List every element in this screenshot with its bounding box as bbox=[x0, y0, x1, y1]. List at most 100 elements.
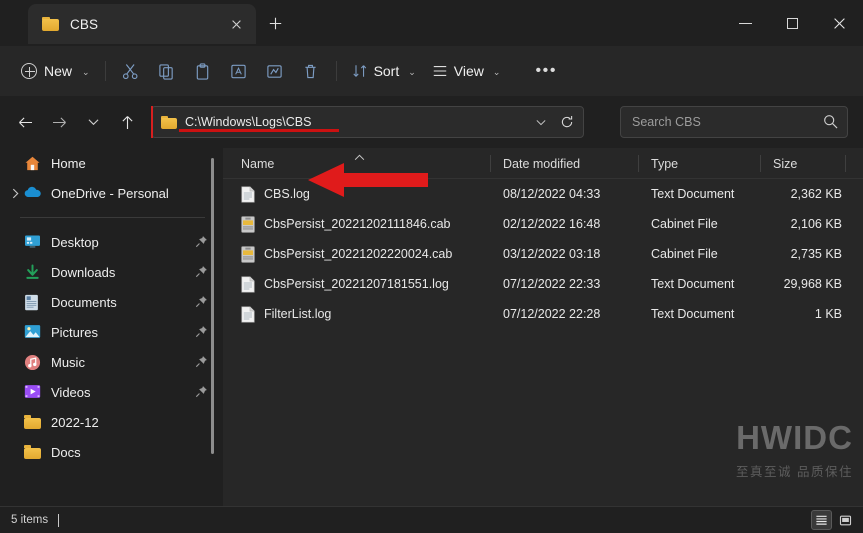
file-name-cell: CbsPersist_20221202220024.cab bbox=[264, 247, 453, 261]
file-row[interactable]: FilterList.log 07/12/2022 22:28 Text Docum… bbox=[223, 299, 863, 329]
text-document-icon bbox=[241, 186, 255, 203]
sidebar-item-label: Home bbox=[51, 155, 86, 171]
close-icon bbox=[834, 17, 845, 29]
recent-locations-button[interactable] bbox=[78, 107, 108, 137]
folder-icon bbox=[24, 415, 41, 429]
overflow-button[interactable]: ••• bbox=[527, 55, 565, 87]
file-row[interactable]: CbsPersist_20221207181551.log 07/12/2022 … bbox=[223, 269, 863, 299]
new-button[interactable]: New ⌄ bbox=[14, 55, 98, 87]
details-view-button[interactable] bbox=[811, 510, 832, 530]
pin-icon[interactable] bbox=[195, 235, 208, 248]
sidebar-item-label: OneDrive - Personal bbox=[51, 185, 169, 201]
pin-icon[interactable] bbox=[195, 355, 208, 368]
file-row[interactable]: CbsPersist_20221202111846.cab 02/12/2022 … bbox=[223, 209, 863, 239]
pin-icon[interactable] bbox=[195, 295, 208, 308]
paste-button[interactable] bbox=[185, 55, 221, 87]
pin-icon[interactable] bbox=[195, 325, 208, 338]
chevron-right-icon[interactable] bbox=[6, 178, 24, 208]
large-icons-view-button[interactable] bbox=[835, 510, 856, 530]
pin-icon[interactable] bbox=[195, 385, 208, 398]
delete-button[interactable] bbox=[293, 55, 329, 87]
column-header-name[interactable]: Name bbox=[241, 148, 274, 179]
sidebar-item-videos[interactable]: Videos bbox=[6, 377, 217, 407]
sidebar-indent bbox=[6, 377, 24, 407]
sidebar-indent bbox=[6, 437, 24, 467]
overflow-icon: ••• bbox=[535, 62, 558, 79]
column-divider[interactable] bbox=[638, 155, 639, 172]
sidebar-item-label: Documents bbox=[51, 294, 117, 310]
column-divider[interactable] bbox=[760, 155, 761, 172]
home-icon bbox=[24, 155, 41, 172]
address-dropdown-button[interactable] bbox=[529, 107, 553, 137]
sidebar-item-downloads[interactable]: Downloads bbox=[6, 257, 217, 287]
refresh-button[interactable] bbox=[553, 107, 581, 137]
sidebar-item-pictures[interactable]: Pictures bbox=[6, 317, 217, 347]
column-header-date-modified[interactable]: Date modified bbox=[503, 148, 580, 179]
address-path-text: C:\Windows\Logs\CBS bbox=[185, 115, 312, 129]
sidebar-item-2022-12[interactable]: 2022-12 bbox=[6, 407, 217, 437]
sidebar-item-music[interactable]: Music bbox=[6, 347, 217, 377]
file-row[interactable]: CbsPersist_20221202220024.cab 03/12/2022 … bbox=[223, 239, 863, 269]
back-button[interactable] bbox=[10, 107, 40, 137]
minimize-button[interactable] bbox=[722, 0, 769, 46]
tab-close-icon[interactable] bbox=[227, 15, 246, 34]
sidebar-indent bbox=[6, 227, 24, 257]
sort-button[interactable]: Sort ⌄ bbox=[344, 55, 424, 87]
copy-button[interactable] bbox=[149, 55, 185, 87]
file-size-cell: 2,106 KB bbox=[790, 217, 842, 231]
sidebar-item-label: Docs bbox=[51, 444, 81, 460]
cut-button[interactable] bbox=[113, 55, 149, 87]
forward-button[interactable] bbox=[44, 107, 74, 137]
sidebar-item-desktop[interactable]: Desktop bbox=[6, 227, 217, 257]
cabinet-file-icon bbox=[241, 216, 255, 233]
rename-button[interactable] bbox=[221, 55, 257, 87]
sidebar-item-docs[interactable]: Docs bbox=[6, 437, 217, 467]
text-document-icon bbox=[241, 186, 255, 203]
column-divider[interactable] bbox=[845, 155, 846, 172]
sort-button-label: Sort bbox=[373, 63, 400, 79]
rename-icon bbox=[231, 64, 246, 78]
watermark-sub-text: 至真至诚 品质保住 bbox=[736, 465, 853, 479]
sidebar-item-label: Pictures bbox=[51, 324, 98, 340]
search-box[interactable]: Search CBS bbox=[620, 106, 848, 138]
column-header-size[interactable]: Size bbox=[773, 148, 797, 179]
window-controls bbox=[722, 0, 863, 46]
address-bar[interactable]: C:\Windows\Logs\CBS bbox=[151, 106, 584, 138]
arrow-right-icon bbox=[52, 116, 66, 128]
maximize-button[interactable] bbox=[769, 0, 816, 46]
share-button[interactable] bbox=[257, 55, 293, 87]
status-bar: 5 items bbox=[0, 506, 863, 533]
paste-icon bbox=[196, 62, 209, 80]
folder-icon bbox=[24, 445, 41, 459]
sidebar-item-label: Videos bbox=[51, 384, 91, 400]
close-button[interactable] bbox=[816, 0, 863, 46]
text-document-icon bbox=[241, 306, 255, 323]
sidebar-item-home[interactable]: Home bbox=[6, 148, 217, 178]
cabinet-file-icon bbox=[241, 246, 255, 263]
watermark: HWIDC 至真至诚 品质保住 bbox=[736, 421, 853, 480]
sidebar-item-label: 2022-12 bbox=[51, 414, 99, 430]
documents-icon bbox=[24, 294, 41, 311]
sidebar-item-documents[interactable]: Documents bbox=[6, 287, 217, 317]
tab-cbs[interactable]: CBS bbox=[28, 4, 256, 44]
up-button[interactable] bbox=[112, 107, 142, 137]
toolbar: New ⌄ Sort ⌄ View ⌄ ••• bbox=[0, 46, 863, 96]
sidebar-indent bbox=[6, 148, 24, 178]
sidebar-item-onedrive-personal[interactable]: OneDrive - Personal bbox=[6, 178, 217, 208]
chevron-down-icon: ⌄ bbox=[408, 66, 416, 77]
pin-icon[interactable] bbox=[195, 265, 208, 278]
view-button[interactable]: View ⌄ bbox=[424, 55, 509, 87]
column-divider[interactable] bbox=[490, 155, 491, 172]
new-tab-button[interactable] bbox=[262, 10, 288, 36]
scissors-icon bbox=[123, 63, 138, 79]
address-bar-row: C:\Windows\Logs\CBS Search CBS bbox=[0, 96, 863, 148]
watermark-main-text: HWIDC bbox=[736, 419, 853, 456]
chevron-down-icon bbox=[88, 119, 98, 126]
file-date-cell: 07/12/2022 22:33 bbox=[503, 277, 601, 291]
search-input[interactable]: Search CBS bbox=[632, 115, 701, 129]
toolbar-separator-2 bbox=[335, 61, 337, 81]
view-toggle-group bbox=[811, 510, 856, 530]
column-header-type[interactable]: Type bbox=[651, 148, 678, 179]
sidebar-scrollbar[interactable] bbox=[211, 158, 214, 454]
sidebar-indent bbox=[6, 407, 24, 437]
